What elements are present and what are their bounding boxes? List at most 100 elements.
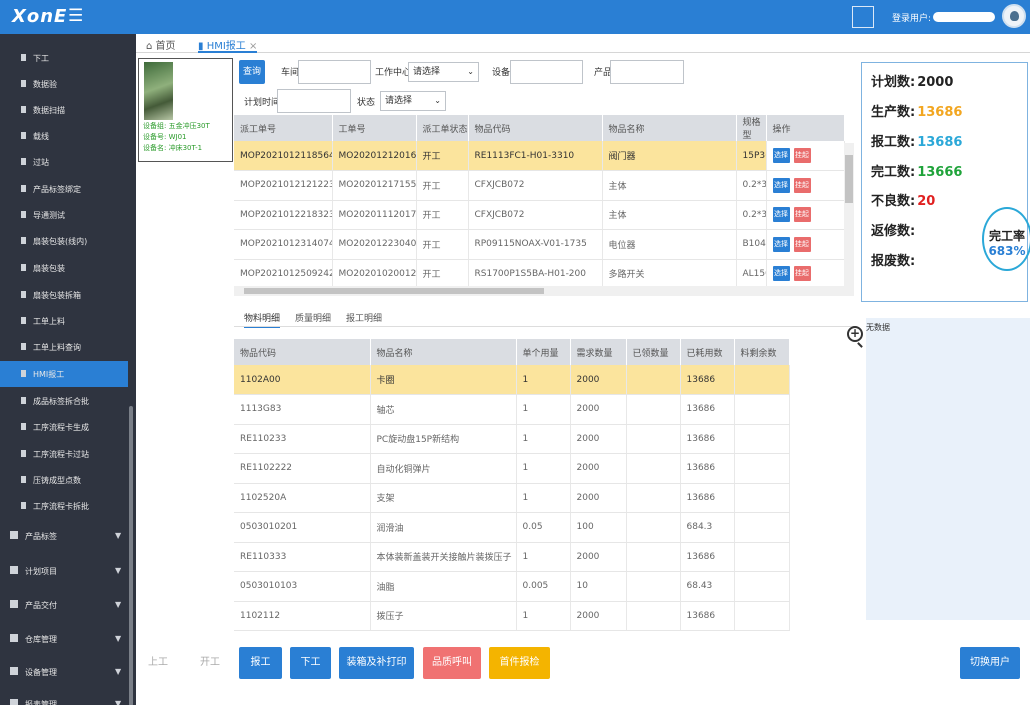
quality-call-button[interactable]: 品质呼叫: [423, 647, 481, 679]
table-row[interactable]: MOP20210121185643 MO20201212016 开工 RE1113FC…: [234, 141, 845, 171]
table-cell: 0503010103: [234, 571, 371, 602]
subtab-quality-detail[interactable]: 质量明细: [295, 311, 331, 324]
switch-user-button[interactable]: 切换用户: [960, 647, 1020, 679]
workshop-input[interactable]: [298, 60, 371, 84]
table-row[interactable]: MOP20210125092426 MO20201020012 开工 RS1700P1…: [234, 259, 845, 289]
table-cell: 多路开关: [602, 259, 737, 289]
page-icon: [21, 370, 26, 377]
select-button[interactable]: 选择: [772, 148, 790, 163]
select-button[interactable]: 选择: [772, 236, 790, 252]
tab-hmi-report[interactable]: ▮ HMI报工 ×: [198, 37, 258, 53]
table-cell: [626, 453, 681, 484]
sidebar-item-label: 工序流程卡拆批: [33, 502, 89, 511]
sidebar-item[interactable]: 设备管理 ▼: [0, 659, 128, 685]
end-shift-button[interactable]: 下工: [290, 647, 331, 679]
sidebar-item[interactable]: HMI报工: [0, 361, 128, 387]
start-shift-button[interactable]: 上工: [140, 647, 176, 679]
menu-toggle-icon[interactable]: ☰: [68, 6, 83, 26]
table-row[interactable]: 0503010103 油脂 0.005 10 68.43: [234, 571, 790, 602]
table-cell: [626, 483, 681, 513]
sidebar-item[interactable]: 报表管理 ▼: [0, 691, 128, 705]
table-cell: RE110333: [234, 542, 371, 572]
table-cell: 1: [516, 453, 571, 484]
subtab-report-detail[interactable]: 报工明细: [346, 311, 382, 324]
sidebar-item[interactable]: 扇装包装: [0, 255, 128, 281]
sidebar-item[interactable]: 下工: [0, 45, 128, 71]
sidebar-item-label: 工序流程卡过站: [33, 450, 89, 459]
sidebar-item[interactable]: 工序流程卡拆批: [0, 493, 128, 519]
user-avatar[interactable]: [1002, 4, 1026, 28]
sidebar-item[interactable]: 产品标签 ▼: [0, 523, 128, 549]
table-row[interactable]: MOP20210121212236 MO20201217155 开工 CFXJCB07…: [234, 170, 845, 201]
sidebar-item[interactable]: 成品标签拆合批: [0, 388, 128, 414]
scroll-thumb[interactable]: [845, 155, 853, 203]
sidebar-item[interactable]: 产品交付 ▼: [0, 592, 128, 618]
table-cell: MO20201112017: [332, 200, 417, 230]
dispatch-vertical-scrollbar[interactable]: [844, 143, 854, 287]
table-row[interactable]: 1102520A 支架 1 2000 13686: [234, 483, 790, 513]
hang-button[interactable]: 挂起: [793, 207, 811, 223]
column-header: 物品代码: [468, 115, 603, 141]
sidebar-item[interactable]: 扇装包装拆箱: [0, 282, 128, 308]
table-row[interactable]: 1113G83 轴芯 1 2000 13686: [234, 394, 790, 425]
sidebar-item[interactable]: 工序流程卡生成: [0, 414, 128, 440]
sidebar-item[interactable]: 导通测试: [0, 202, 128, 228]
status-select[interactable]: 请选择 ⌄: [380, 91, 446, 111]
hang-button[interactable]: 挂起: [793, 266, 811, 282]
table-row[interactable]: 1102112 拨压子 1 2000 13686: [234, 601, 790, 631]
sidebar-item[interactable]: 压铸成型点数: [0, 467, 128, 493]
table-row[interactable]: RE110233 PC旋动盘15P新结构 1 2000 13686: [234, 424, 790, 454]
query-button[interactable]: 查询: [239, 60, 265, 84]
select-button[interactable]: 选择: [772, 207, 790, 223]
sidebar-item-label: 成品标签拆合批: [33, 397, 89, 406]
sidebar-item-label: 扇装包装: [33, 264, 65, 273]
fullscreen-icon[interactable]: [852, 6, 874, 28]
tab-close-icon[interactable]: ×: [249, 41, 257, 52]
table-row[interactable]: MOP20210123140747 MO20201223040 开工 RP09115N…: [234, 229, 845, 260]
hang-button[interactable]: 挂起: [793, 148, 811, 163]
scroll-thumb[interactable]: [244, 288, 544, 294]
sidebar-item-label: 工序流程卡生成: [33, 423, 89, 432]
product-input[interactable]: [610, 60, 684, 84]
sidebar-item[interactable]: 计划项目 ▼: [0, 558, 128, 584]
plan-time-input[interactable]: [277, 89, 351, 113]
table-cell: 1: [516, 424, 571, 454]
sidebar-item[interactable]: 数据扫描: [0, 97, 128, 123]
equipment-input[interactable]: [510, 60, 583, 84]
table-cell: 100: [570, 512, 627, 543]
hang-button[interactable]: 挂起: [793, 177, 811, 193]
sidebar-item[interactable]: 数据验: [0, 71, 128, 97]
table-row[interactable]: MOP20210122183232 MO20201112017 开工 CFXJCB07…: [234, 200, 845, 230]
sidebar-item[interactable]: 工单上料查询: [0, 334, 128, 360]
report-button[interactable]: 报工: [239, 647, 282, 679]
select-button[interactable]: 选择: [772, 177, 790, 193]
select-button[interactable]: 选择: [772, 266, 790, 282]
table-row[interactable]: RE1102222 自动化铜弹片 1 2000 13686: [234, 453, 790, 484]
sidebar-item[interactable]: 产品标签绑定: [0, 176, 128, 202]
zoom-in-icon[interactable]: +: [847, 326, 863, 342]
sidebar-item[interactable]: 载线: [0, 123, 128, 149]
sidebar-item[interactable]: 工序流程卡过站: [0, 441, 128, 467]
table-cell: 1: [516, 483, 571, 513]
sidebar-scrollbar[interactable]: [129, 406, 133, 705]
sidebar-item[interactable]: 扇装包装(线内): [0, 228, 128, 254]
sidebar-item[interactable]: 工单上料: [0, 308, 128, 334]
table-cell: [626, 394, 681, 425]
tab-home[interactable]: ⌂ 首页: [146, 37, 176, 52]
table-cell: 1: [516, 365, 571, 395]
table-row[interactable]: RE110333 本体装新盖装开关接触片装拨压子 1 2000 13686: [234, 542, 790, 572]
dispatch-horizontal-scrollbar[interactable]: [234, 286, 854, 296]
sidebar-item[interactable]: 仓库管理 ▼: [0, 626, 128, 652]
workcenter-select[interactable]: 请选择 ⌄: [408, 62, 479, 82]
table-row[interactable]: 1102A00 卡圈 1 2000 13686: [234, 365, 790, 395]
table-row[interactable]: 0503010201 润滑油 0.05 100 684.3: [234, 512, 790, 543]
start-work-button[interactable]: 开工: [192, 647, 228, 679]
hang-button[interactable]: 挂起: [793, 236, 811, 252]
first-inspect-button[interactable]: 首件报检: [489, 647, 550, 679]
table-cell: RE110233: [234, 424, 371, 454]
pack-print-button[interactable]: 装箱及补打印: [339, 647, 414, 679]
sidebar: 下工 数据验 数据扫描 载线 过站 产品标签绑定 导通测试 扇装包装(线内) 扇装包装扇装包装拆…: [0, 34, 136, 705]
sidebar-item-label: 产品标签: [25, 532, 57, 541]
sidebar-item[interactable]: 过站: [0, 149, 128, 175]
page-icon: [21, 450, 26, 457]
